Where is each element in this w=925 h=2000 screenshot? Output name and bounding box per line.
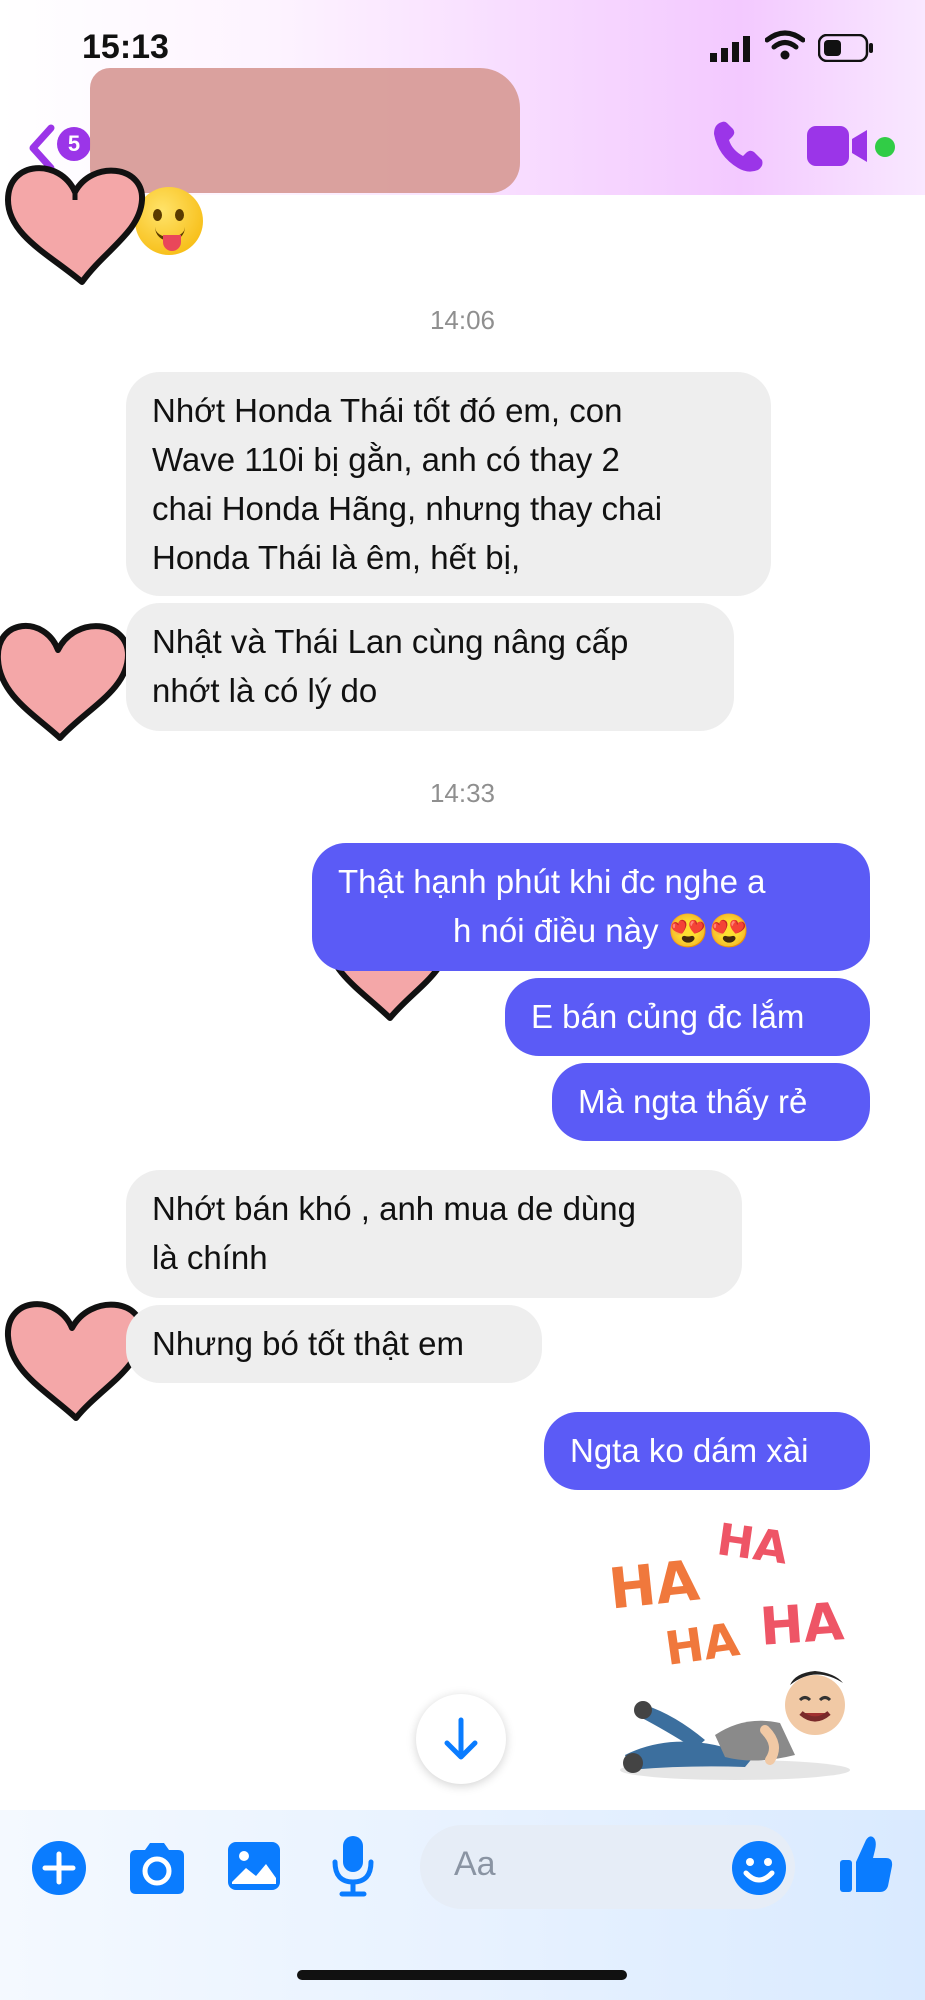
timestamp: 14:33 — [429, 778, 496, 808]
camera-icon[interactable] — [126, 1840, 188, 1896]
video-camera-icon[interactable] — [805, 124, 875, 168]
message-input-placeholder: Aa — [454, 1845, 496, 1883]
message-line: Ngta ko dám xài — [570, 1432, 809, 1469]
outgoing-message[interactable]: Thật hạnh phút khi đc nghe a h nói điều … — [312, 843, 870, 971]
incoming-message[interactable]: Nhật và Thái Lan cùng nâng cấp nhớt là c… — [126, 603, 734, 731]
image-icon[interactable] — [226, 1838, 282, 1894]
unread-badge[interactable]: 5 — [57, 127, 91, 161]
outgoing-message[interactable]: Ngta ko dám xài — [544, 1412, 870, 1490]
heart-doodle — [5, 165, 146, 285]
message-line: h nói điều này 😍😍 — [453, 912, 750, 949]
timestamp: 14:06 — [429, 305, 496, 335]
messenger-chat-screen: 15:13 5 14:06 14:33 Nhớt Honda Thái tốt … — [0, 0, 925, 2000]
outgoing-message[interactable]: Mà ngta thấy rẻ — [552, 1063, 870, 1141]
battery-icon — [818, 34, 873, 62]
sticker-text: HA — [713, 1514, 792, 1575]
message-line: Nhớt bán khó , anh mua de dùng — [152, 1190, 636, 1227]
message-line: chai Honda Hãng, nhưng thay chai — [152, 490, 663, 527]
home-indicator — [297, 1970, 627, 1980]
microphone-icon[interactable] — [330, 1834, 376, 1898]
status-time: 15:13 — [82, 28, 169, 66]
scroll-down-arrow-icon — [444, 1717, 478, 1760]
message-line: E bán củng đc lắm — [531, 998, 805, 1035]
plus-icon[interactable] — [31, 1840, 87, 1896]
sticker-text: HA — [605, 1548, 703, 1623]
message-line: Honda Thái là êm, hết bị, — [152, 539, 521, 576]
incoming-message[interactable]: Nhưng bó tốt thật em — [126, 1305, 542, 1383]
laughing-man-icon — [620, 1671, 850, 1780]
heart-doodle — [0, 623, 131, 741]
message-line: Nhớt Honda Thái tốt đó em, con — [152, 392, 623, 429]
message-line: Mà ngta thấy rẻ — [578, 1083, 808, 1120]
online-indicator — [875, 137, 895, 157]
emoji-icon[interactable] — [730, 1839, 788, 1897]
message-line: Thật hạnh phút khi đc nghe a — [338, 863, 766, 900]
incoming-message[interactable]: Nhớt Honda Thái tốt đó em, con Wave 110i… — [126, 372, 771, 596]
scroll-to-bottom-button[interactable] — [416, 1694, 506, 1784]
wifi-icon — [765, 30, 805, 60]
laughing-sticker[interactable]: HA HA HA HA — [595, 1514, 865, 1780]
message-line: Wave 110i bị gằn, anh có thay 2 — [152, 441, 620, 478]
redacted-contact-name[interactable] — [90, 68, 520, 193]
signal-icon — [710, 36, 750, 62]
message-line: là chính — [152, 1239, 268, 1276]
message-line: Nhật và Thái Lan cùng nâng cấp — [152, 623, 629, 660]
incoming-message[interactable]: Nhớt bán khó , anh mua de dùng là chính — [126, 1170, 742, 1298]
message-line: Nhưng bó tốt thật em — [152, 1325, 464, 1362]
outgoing-message[interactable]: E bán củng đc lắm — [505, 978, 870, 1056]
phone-icon[interactable] — [710, 118, 768, 176]
thumbs-up-icon[interactable] — [838, 1834, 894, 1896]
message-line: nhớt là có lý do — [152, 672, 378, 709]
